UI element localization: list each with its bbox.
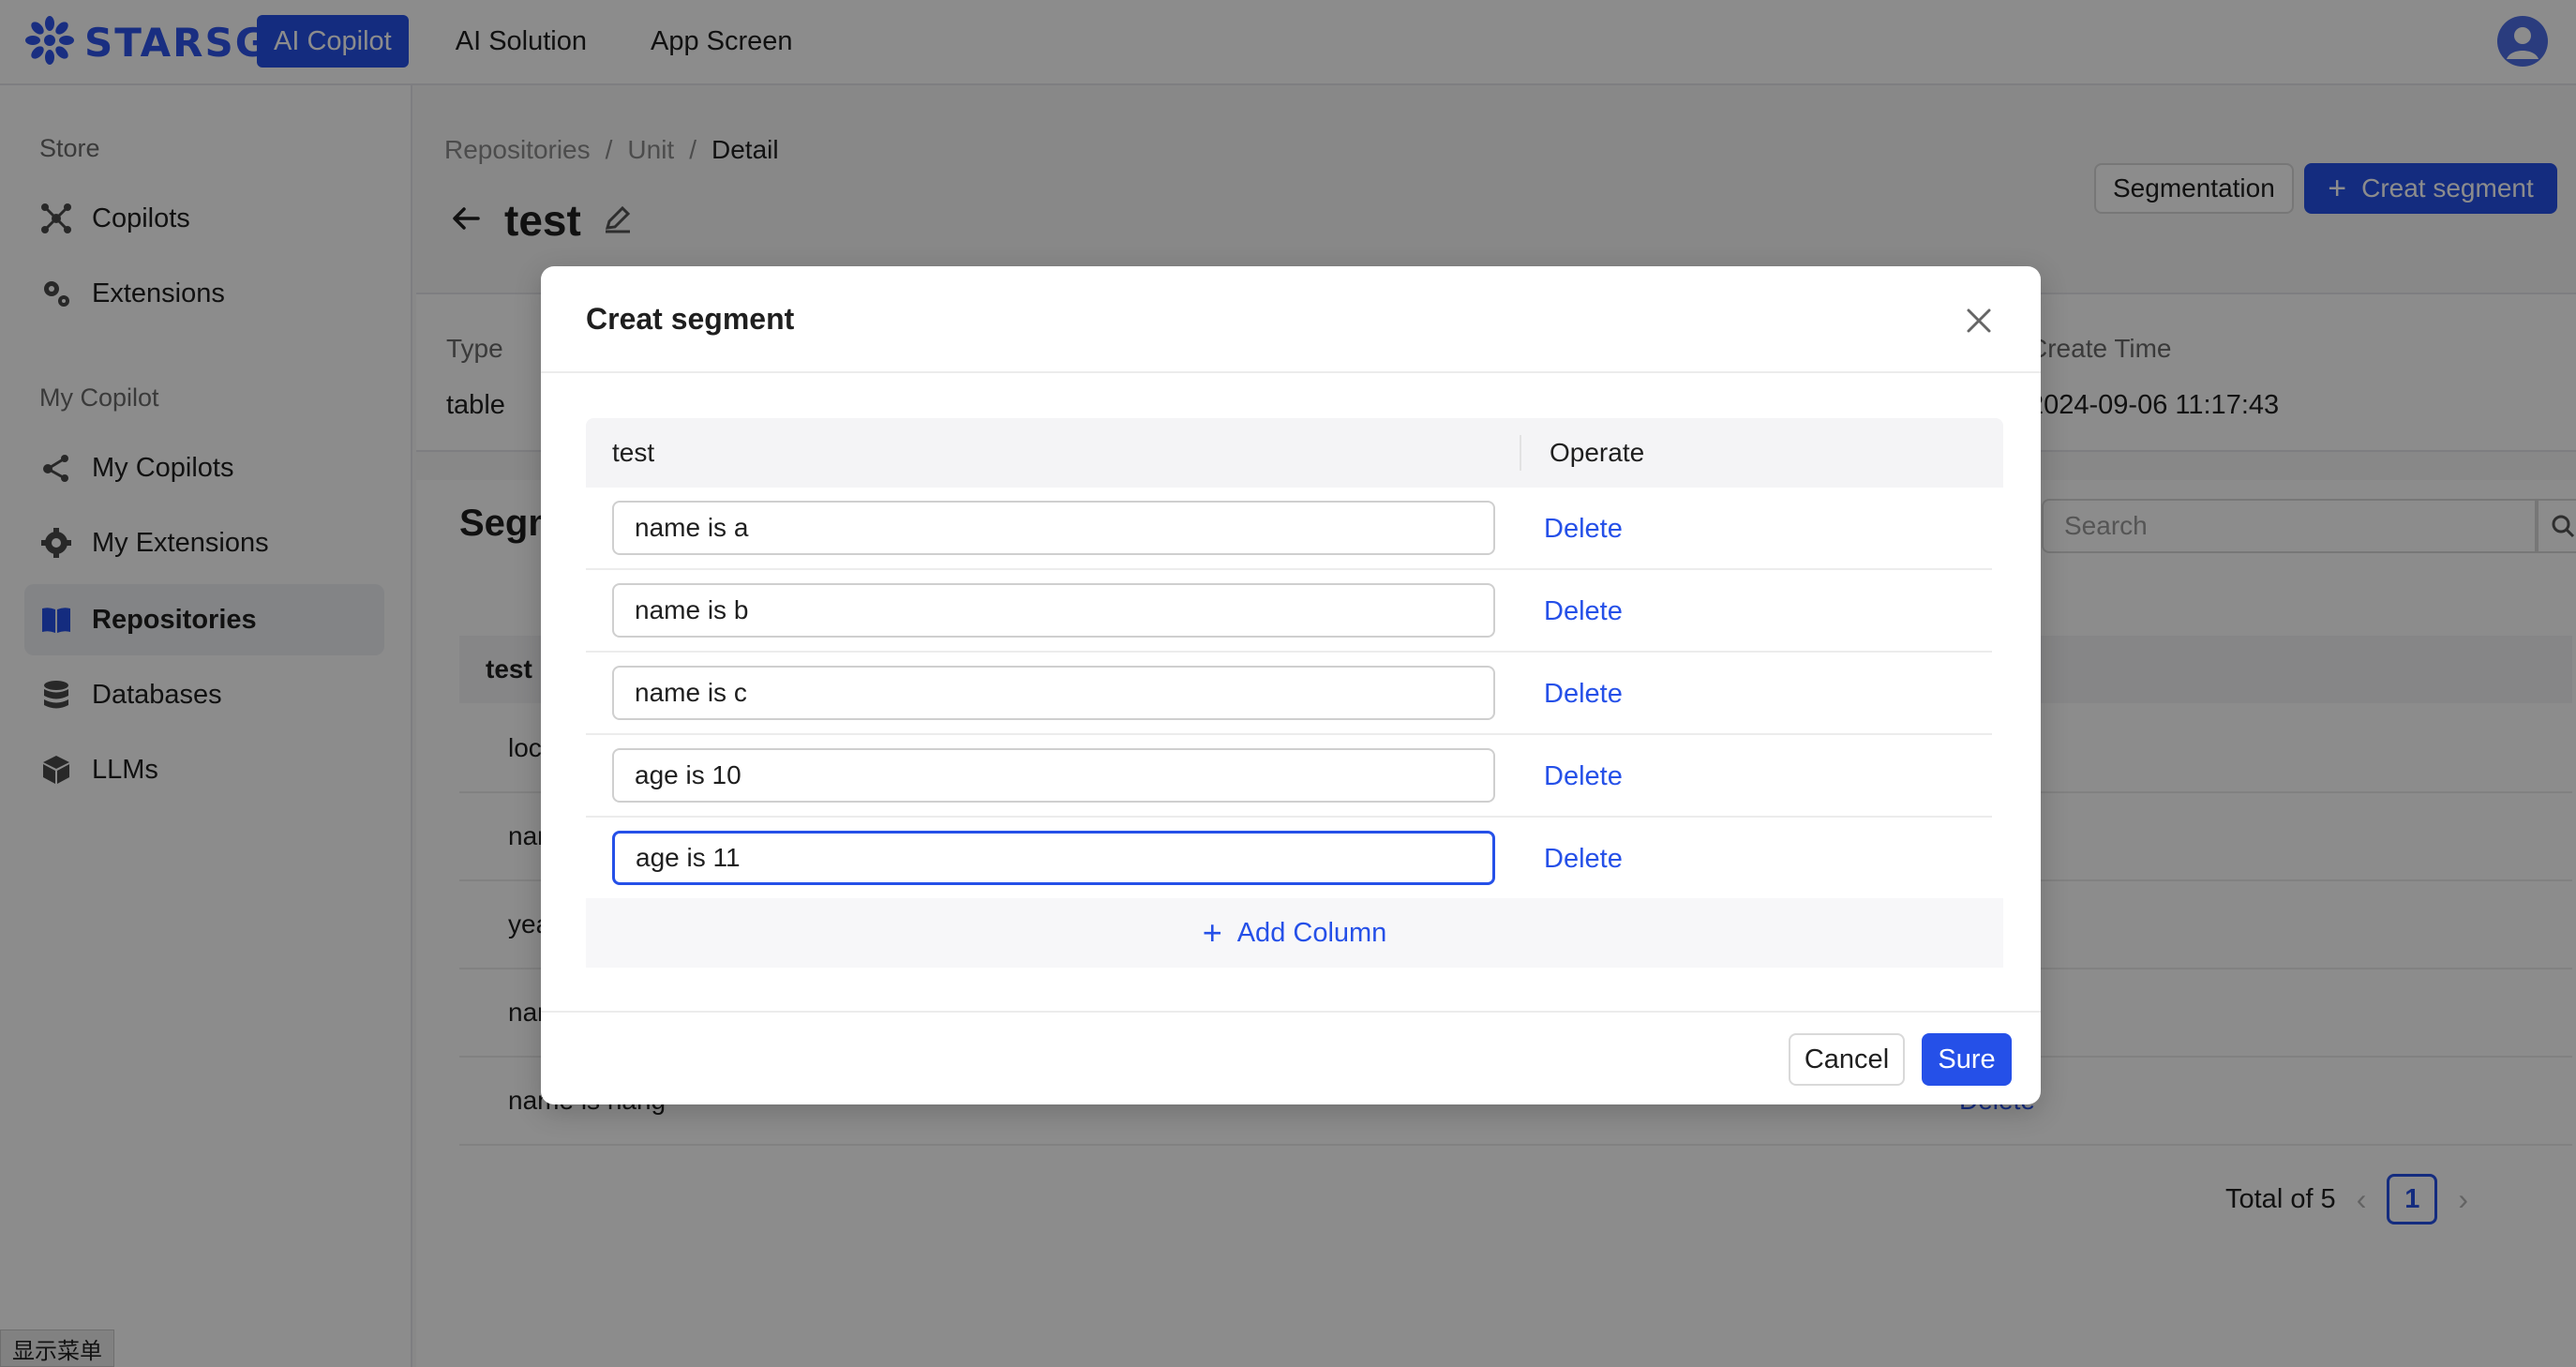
row-delete-button[interactable]: Delete: [1544, 570, 1623, 653]
header-separator: [1520, 435, 1521, 471]
row-delete-button[interactable]: Delete: [1544, 653, 1623, 735]
operate-header: Operate: [1550, 438, 1645, 467]
segment-value-input[interactable]: [612, 583, 1495, 638]
add-column-label: Add Column: [1236, 917, 1387, 948]
modal-row: Delete: [586, 570, 1992, 653]
modal-table-header: test Operate: [586, 418, 2003, 488]
plus-icon: +: [1202, 913, 1222, 952]
row-delete-button[interactable]: Delete: [1544, 818, 1623, 900]
add-column-button[interactable]: + Add Column: [586, 898, 2003, 968]
segment-value-input[interactable]: [612, 501, 1495, 555]
modal-row: Delete: [586, 735, 1992, 818]
segment-value-input[interactable]: [612, 666, 1495, 720]
modal-footer-divider: [541, 1011, 2041, 1013]
modal-row: Delete: [586, 488, 1992, 570]
modal-title: Creat segment: [586, 302, 795, 336]
modal-column-header: test: [612, 438, 655, 467]
modal-header-divider: [541, 371, 2041, 373]
create-segment-modal: Creat segment test Operate Delete Delete…: [541, 266, 2041, 1104]
modal-row: Delete: [586, 818, 1992, 900]
modal-row: Delete: [586, 653, 1992, 735]
row-delete-button[interactable]: Delete: [1544, 735, 1623, 818]
segment-value-input[interactable]: [612, 748, 1495, 803]
segment-value-input-focused[interactable]: [612, 831, 1495, 885]
row-delete-button[interactable]: Delete: [1544, 488, 1623, 570]
close-icon[interactable]: [1960, 302, 1998, 339]
cancel-button[interactable]: Cancel: [1789, 1033, 1905, 1086]
sure-button[interactable]: Sure: [1922, 1033, 2012, 1086]
